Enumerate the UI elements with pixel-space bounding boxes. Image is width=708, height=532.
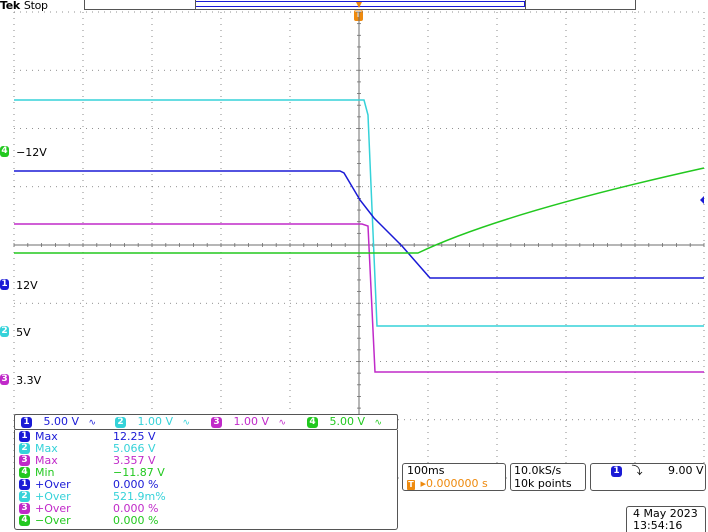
ch1-scale-value: 5.00 V xyxy=(43,415,80,428)
ch2-ground-marker[interactable]: 2 5V xyxy=(0,321,31,340)
trigger-slope-icon: ⤵ xyxy=(631,464,643,477)
ch1-ground-marker[interactable]: 1 12V xyxy=(0,274,38,293)
measurement-channel-icon: 3 xyxy=(19,455,30,466)
measurement-channel-icon: 3 xyxy=(19,503,30,514)
ch4-ground-marker[interactable]: 4 −12V xyxy=(0,141,47,160)
ch1-scale-icon: 1 xyxy=(21,416,32,428)
ch3-scale-value: 1.00 V xyxy=(233,415,270,428)
measurement-channel-icon: 1 xyxy=(19,431,30,442)
ch3-marker-icon: 3 xyxy=(0,374,9,385)
datetime-panel: 4 May 2023 13:54:16 xyxy=(626,506,706,532)
measurement-channel-icon: 1 xyxy=(19,479,30,490)
record-length: 10k points xyxy=(514,477,572,490)
reference-arrow-icon xyxy=(700,196,704,204)
measurement-channel-icon: 2 xyxy=(19,491,30,502)
ch2-bandwidth-icon: ∿ xyxy=(182,418,191,428)
sample-rate: 10.0kS/s xyxy=(514,464,562,477)
ch3-scale-icon: 3 xyxy=(211,416,222,428)
measurement-channel-icon: 2 xyxy=(19,443,30,454)
measurement-channel-icon: 4 xyxy=(19,467,30,478)
trigger-position-icon: T xyxy=(407,480,415,490)
measurement-channel-icon: 4 xyxy=(19,515,30,526)
ch4-scale-icon: 4 xyxy=(307,416,318,428)
ch1-bandwidth-icon: ∿ xyxy=(88,418,97,428)
horizontal-position: ▸0.000000 s xyxy=(420,477,488,490)
ch4-scale-value: 5.00 V xyxy=(329,415,366,428)
measurement-value: 0.000 % xyxy=(113,514,159,527)
ch2-scale[interactable]: 2 1.00 V ∿ xyxy=(115,416,190,429)
acquisition-panel[interactable]: 10.0kS/s 10k points xyxy=(510,463,586,491)
ch3-level-label: 3.3V xyxy=(16,374,42,387)
ch3-bandwidth-icon: ∿ xyxy=(278,418,287,428)
measurements-panel: 1 Max 12.25 V 2 Max 5.066 V 3 Max 3.357 V 4 Min −11… xyxy=(14,430,398,530)
measurement-name: −Over xyxy=(35,514,71,527)
oscilloscope-screen: Tek Stop T 4 −12V 1 12V 2 5V 3 3.3V 1 5.… xyxy=(0,0,708,532)
trigger-level: 9.00 V xyxy=(668,464,704,477)
ch4-marker-icon: 4 xyxy=(0,146,9,157)
ch1-scale[interactable]: 1 5.00 V ∿ xyxy=(21,416,96,429)
ch3-scale[interactable]: 3 1.00 V ∿ xyxy=(211,416,286,429)
ch1-level-label: 12V xyxy=(16,279,38,292)
ch4-level-label: −12V xyxy=(16,146,47,159)
timebase-panel[interactable]: 100ms T ▸0.000000 s xyxy=(402,463,506,491)
graticule xyxy=(13,11,705,479)
horizontal-scale: 100ms xyxy=(407,464,445,477)
ch2-scale-icon: 2 xyxy=(115,416,126,428)
ch4-scale[interactable]: 4 5.00 V ∿ xyxy=(307,416,382,429)
ch3-ground-marker[interactable]: 3 3.3V xyxy=(0,369,41,388)
horizontal-position-row: T ▸0.000000 s xyxy=(407,478,488,490)
trigger-source-icon: 1 xyxy=(611,465,622,477)
ch1-marker-icon: 1 xyxy=(0,279,9,290)
trigger-settings-panel[interactable]: 1 ⤵ 9.00 V xyxy=(590,463,706,491)
time-label: 13:54:16 xyxy=(633,519,683,532)
trigger-settings-row: 1 ⤵ 9.00 V xyxy=(611,465,704,477)
ch2-level-label: 5V xyxy=(16,326,31,339)
ch2-marker-icon: 2 xyxy=(0,326,9,337)
ch2-scale-value: 1.00 V xyxy=(137,415,174,428)
channel-scale-bar: 1 5.00 V ∿ 2 1.00 V ∿ 3 1.00 V ∿ 4 5.00 … xyxy=(14,414,398,430)
ch4-bandwidth-icon: ∿ xyxy=(374,418,383,428)
